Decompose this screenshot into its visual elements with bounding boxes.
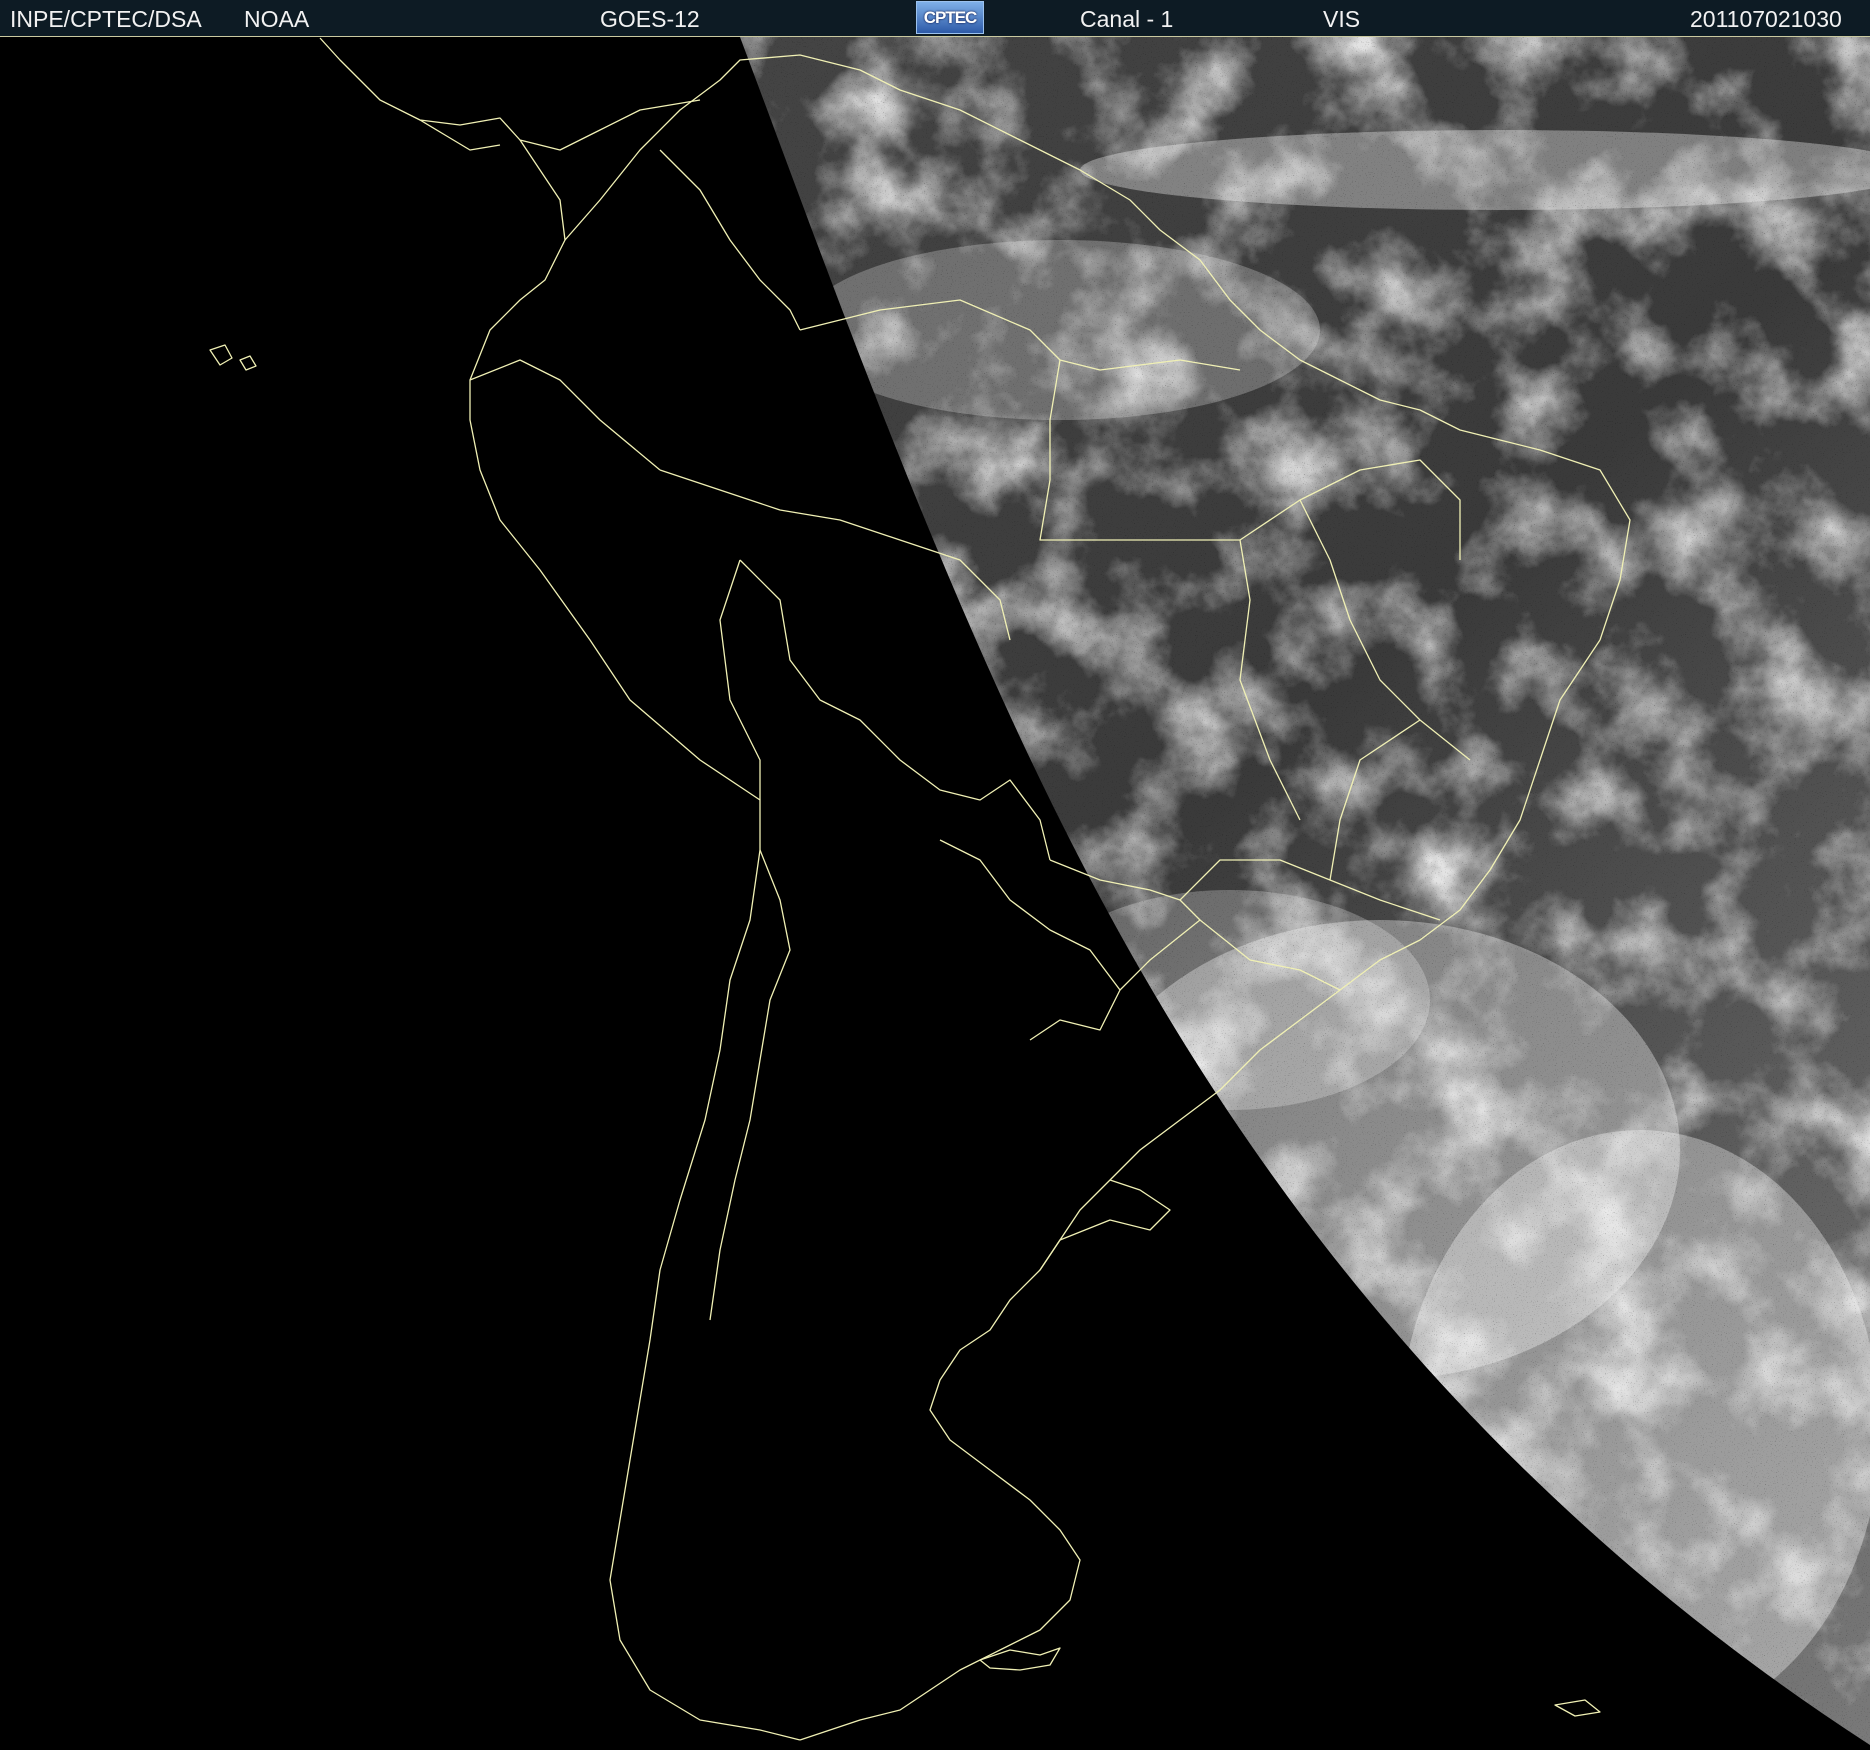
satellite-label: GOES-12 — [600, 6, 700, 32]
agency-label: NOAA — [244, 6, 310, 32]
satellite-map — [0, 37, 1870, 1750]
channel-label: Canal - 1 — [1080, 6, 1174, 32]
image-header-bar: INPE/CPTEC/DSA NOAA GOES-12 CPTEC Canal … — [0, 0, 1870, 37]
cptec-logo: CPTEC — [916, 1, 984, 34]
timestamp-label: 201107021030 — [1690, 6, 1842, 32]
institution-label: INPE/CPTEC/DSA — [10, 6, 202, 32]
logo-text: CPTEC — [923, 7, 978, 27]
band-label: VIS — [1323, 6, 1361, 32]
